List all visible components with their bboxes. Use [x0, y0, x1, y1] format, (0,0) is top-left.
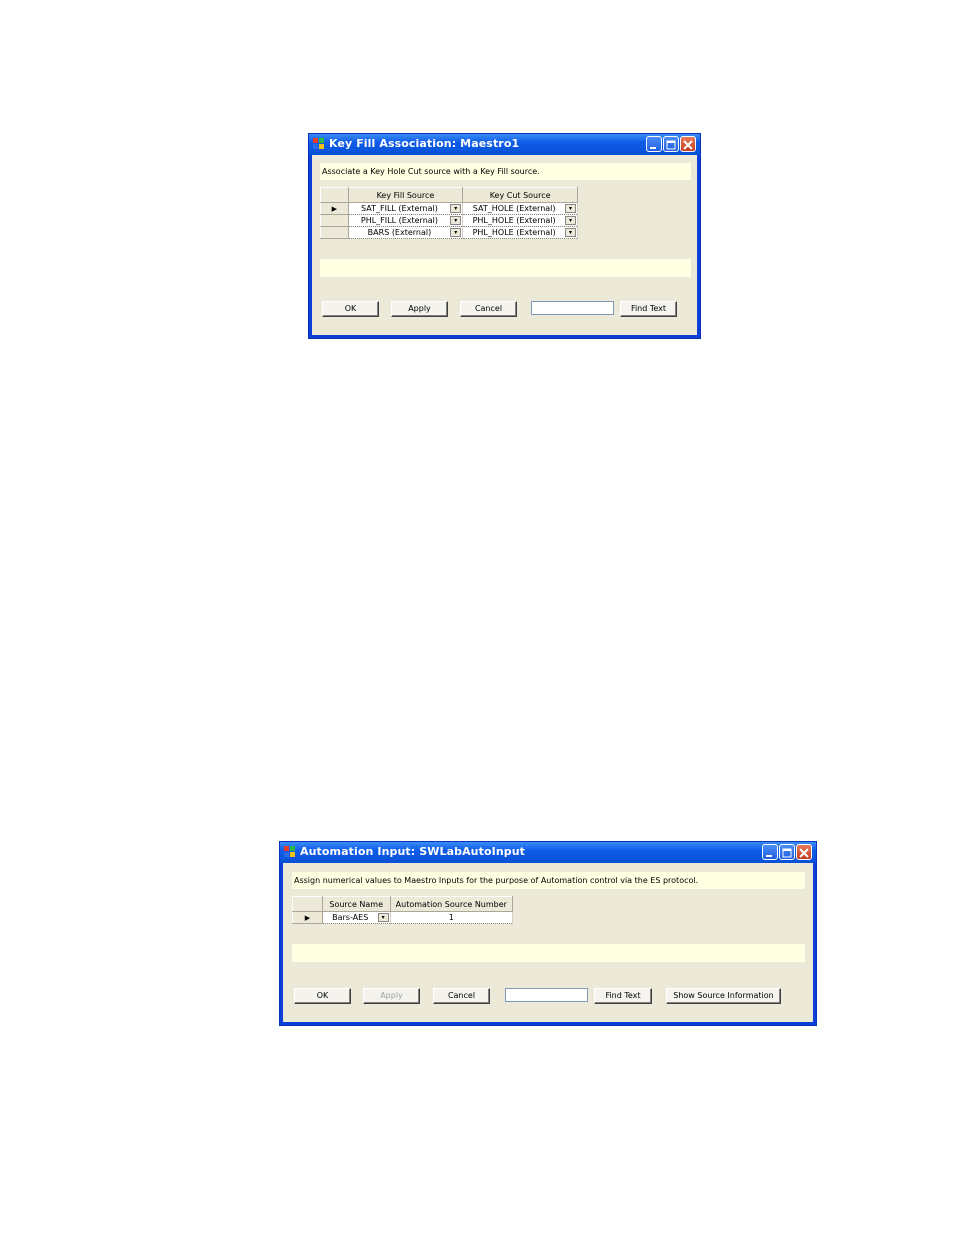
row-selector[interactable]	[320, 226, 349, 239]
cancel-button[interactable]: Cancel	[460, 301, 517, 317]
cell-value: PHL_HOLE (External)	[472, 228, 556, 237]
automation-number-cell[interactable]: 1	[390, 911, 514, 924]
cell-value: SAT_FILL (External)	[361, 204, 438, 213]
minimize-button[interactable]	[646, 136, 662, 152]
window-client-area: Associate a Key Hole Cut source with a K…	[312, 155, 697, 335]
dropdown-arrow-icon[interactable]: ▾	[565, 204, 576, 213]
maximize-button[interactable]	[779, 844, 795, 860]
key-cut-cell[interactable]: PHL_HOLE (External) ▾	[462, 214, 578, 227]
key-cut-cell[interactable]: PHL_HOLE (External) ▾	[462, 226, 578, 239]
close-icon	[799, 848, 809, 858]
apply-button[interactable]: Apply	[391, 301, 448, 317]
find-text-input[interactable]	[505, 988, 588, 1002]
close-button[interactable]	[796, 844, 812, 860]
row-header-corner	[320, 187, 349, 203]
window-title: Automation Input: SWLabAutoInput	[300, 845, 526, 858]
table-row[interactable]: ▶ SAT_FILL (External) ▾ SAT_HOLE (Externa…	[320, 202, 578, 215]
dropdown-arrow-icon[interactable]: ▾	[565, 216, 576, 225]
maximize-icon	[782, 848, 792, 858]
dropdown-arrow-icon[interactable]: ▾	[565, 228, 576, 237]
column-header-automation-number[interactable]: Automation Source Number	[389, 896, 514, 912]
key-fill-cell[interactable]: SAT_FILL (External) ▾	[348, 202, 464, 215]
key-cut-cell[interactable]: SAT_HOLE (External) ▾	[462, 202, 578, 215]
cell-value: BARS (External)	[367, 228, 432, 237]
key-fill-association-window: Key Fill Association: Maestro1 Associate…	[308, 133, 701, 339]
title-bar[interactable]: Key Fill Association: Maestro1	[309, 134, 700, 155]
maximize-icon	[666, 140, 676, 150]
dropdown-arrow-icon[interactable]: ▾	[377, 913, 389, 922]
find-text-button[interactable]: Find Text	[594, 988, 652, 1004]
source-name-cell[interactable]: Bars-AES ▾	[322, 911, 391, 924]
window-client-area: Assign numerical values to Maestro Input…	[283, 863, 813, 1022]
instruction-text: Assign numerical values to Maestro Input…	[292, 872, 805, 889]
dropdown-arrow-icon[interactable]: ▾	[450, 204, 462, 213]
cell-value: SAT_HOLE (External)	[472, 204, 556, 213]
column-header-source-name[interactable]: Source Name	[321, 896, 391, 912]
row-selector[interactable]: ▶	[292, 911, 323, 924]
row-header-corner	[292, 896, 323, 912]
instruction-text: Associate a Key Hole Cut source with a K…	[320, 163, 691, 180]
show-source-information-button[interactable]: Show Source Information	[666, 988, 781, 1004]
app-icon	[313, 138, 325, 150]
row-selector[interactable]: ▶	[320, 202, 349, 215]
close-icon	[683, 140, 693, 150]
cell-value: PHL_HOLE (External)	[472, 216, 556, 225]
column-header-key-cut[interactable]: Key Cut Source	[462, 187, 578, 203]
minimize-icon	[766, 855, 772, 857]
automation-input-window: Automation Input: SWLabAutoInput Assign …	[279, 841, 817, 1026]
cell-value: Bars-AES	[332, 913, 369, 922]
close-button[interactable]	[680, 136, 696, 152]
ok-button[interactable]: OK	[294, 988, 351, 1004]
row-selector[interactable]	[320, 214, 349, 227]
app-icon	[284, 846, 296, 858]
column-header-key-fill[interactable]: Key Fill Source	[347, 187, 464, 203]
table-row[interactable]: BARS (External) ▾ PHL_HOLE (External) ▾	[320, 226, 578, 239]
key-fill-cell[interactable]: BARS (External) ▾	[348, 226, 464, 239]
find-text-button[interactable]: Find Text	[620, 301, 677, 317]
key-fill-cell[interactable]: PHL_FILL (External) ▾	[348, 214, 464, 227]
automation-grid: Source Name Automation Source Number ▶ B…	[292, 896, 514, 924]
find-text-input[interactable]	[531, 301, 614, 315]
title-bar[interactable]: Automation Input: SWLabAutoInput	[280, 842, 816, 863]
association-grid: Key Fill Source Key Cut Source ▶ SAT_FIL…	[320, 187, 578, 239]
cancel-button[interactable]: Cancel	[433, 988, 490, 1004]
status-bar	[292, 944, 805, 962]
dropdown-arrow-icon[interactable]: ▾	[450, 216, 462, 225]
table-row[interactable]: PHL_FILL (External) ▾ PHL_HOLE (External)…	[320, 214, 578, 227]
window-title: Key Fill Association: Maestro1	[329, 137, 520, 150]
maximize-button[interactable]	[663, 136, 679, 152]
cell-value: 1	[448, 913, 454, 922]
minimize-button[interactable]	[762, 844, 778, 860]
dropdown-arrow-icon[interactable]: ▾	[450, 228, 462, 237]
minimize-icon	[650, 147, 656, 149]
cell-value: PHL_FILL (External)	[360, 216, 439, 225]
apply-button: Apply	[363, 988, 420, 1004]
table-row[interactable]: ▶ Bars-AES ▾ 1	[292, 911, 514, 924]
status-bar	[320, 259, 691, 277]
ok-button[interactable]: OK	[322, 301, 379, 317]
